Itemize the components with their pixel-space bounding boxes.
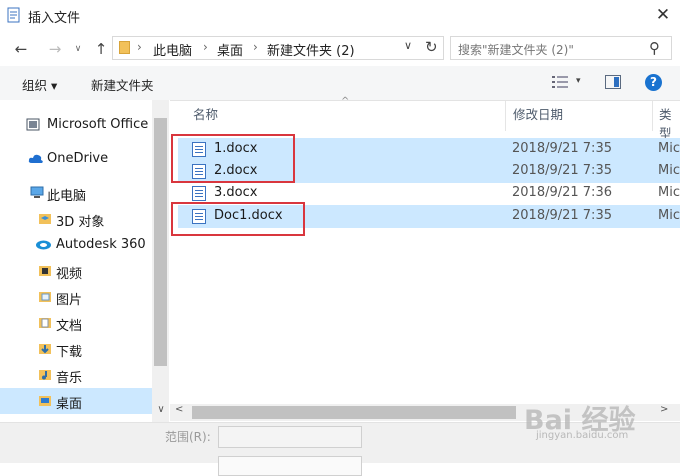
folder-3d-icon xyxy=(39,214,51,224)
preview-pane-icon[interactable] xyxy=(605,75,621,89)
watermark-url: jingyan.baidu.com xyxy=(536,430,629,441)
navigation-pane: Microsoft Office OneDrive 此电脑 3D 对象 Auto… xyxy=(0,100,170,422)
sidebar-item-label: Microsoft Office xyxy=(47,117,149,132)
file-type: Mic xyxy=(658,208,680,223)
scroll-right-icon[interactable]: > xyxy=(660,404,668,415)
window-title: 插入文件 xyxy=(28,11,81,26)
breadcrumb-separator: › xyxy=(203,40,208,54)
breadcrumb-this-pc[interactable]: 此电脑 xyxy=(153,40,192,59)
computer-icon xyxy=(30,186,44,198)
sidebar-item-label: 图片 xyxy=(56,293,83,308)
sidebar-item-3d-objects[interactable]: 3D 对象 xyxy=(0,206,152,232)
breadcrumb-desktop[interactable]: 桌面 xyxy=(217,40,243,59)
view-options-icon[interactable] xyxy=(552,75,568,89)
range-input[interactable] xyxy=(218,426,362,448)
highlight-box-1-2 xyxy=(171,134,295,183)
range-label: 范围(R): xyxy=(165,430,211,444)
search-placeholder: 搜索"新建文件夹 (2)" xyxy=(458,43,574,57)
forward-button[interactable]: → xyxy=(44,38,66,60)
file-modified: 2018/9/21 7:35 xyxy=(512,141,612,156)
sidebar-scrollbar-thumb[interactable] xyxy=(154,118,167,366)
music-folder-icon xyxy=(39,370,51,380)
sidebar-item-autodesk-360[interactable]: Autodesk 360 xyxy=(0,232,152,258)
organize-menu[interactable]: 组织 ▾ xyxy=(22,75,57,94)
close-icon: ✕ xyxy=(655,5,671,25)
address-dropdown-icon[interactable]: ∨ xyxy=(404,39,412,52)
desktop-folder-icon xyxy=(39,396,51,406)
search-icon[interactable]: ⚲ xyxy=(649,39,660,57)
horizontal-scrollbar-thumb[interactable] xyxy=(192,406,516,419)
refresh-icon[interactable]: ↻ xyxy=(425,38,438,56)
breadcrumb-separator: › xyxy=(253,40,258,54)
footer-dropdown[interactable] xyxy=(218,456,362,476)
column-divider[interactable] xyxy=(652,101,653,131)
file-type: Mic xyxy=(658,163,680,178)
sidebar-item-label: 此电脑 xyxy=(47,189,87,204)
file-name: 3.docx xyxy=(214,185,258,200)
cloud-icon xyxy=(28,154,43,163)
sidebar-item-onedrive[interactable]: OneDrive xyxy=(0,146,152,172)
file-modified: 2018/9/21 7:36 xyxy=(512,185,612,200)
file-type: Mic xyxy=(658,185,680,200)
close-button[interactable]: ✕ xyxy=(648,2,678,28)
sidebar-item-downloads[interactable]: 下载 xyxy=(0,336,152,362)
folder-icon xyxy=(119,41,130,54)
pictures-folder-icon xyxy=(39,292,51,302)
autodesk-icon xyxy=(36,240,51,250)
sidebar-item-label: OneDrive xyxy=(47,151,109,166)
word-document-icon xyxy=(192,186,206,201)
dialog-icon xyxy=(7,7,20,23)
sidebar-item-desktop[interactable]: 桌面 xyxy=(0,388,152,414)
sidebar-item-microsoft-office[interactable]: Microsoft Office xyxy=(0,112,152,138)
video-folder-icon xyxy=(39,266,51,276)
breadcrumb-new-folder[interactable]: 新建文件夹 (2) xyxy=(267,40,355,59)
sidebar-item-videos[interactable]: 视频 xyxy=(0,258,152,284)
file-modified: 2018/9/21 7:35 xyxy=(512,163,612,178)
help-icon[interactable]: ? xyxy=(645,74,662,91)
column-header-modified[interactable]: 修改日期 xyxy=(513,104,563,123)
sidebar-item-label: 视频 xyxy=(56,267,83,282)
breadcrumb-separator: › xyxy=(137,40,142,54)
sidebar-item-this-pc[interactable]: 此电脑 xyxy=(0,180,152,206)
column-header-type[interactable]: 类型 xyxy=(659,104,680,142)
column-divider[interactable] xyxy=(505,101,506,131)
downloads-folder-icon xyxy=(39,344,51,354)
file-modified: 2018/9/21 7:35 xyxy=(512,208,612,223)
search-input[interactable]: 搜索"新建文件夹 (2)" ⚲ xyxy=(450,36,672,60)
highlight-box-doc1 xyxy=(171,202,305,236)
address-bar[interactable]: › 此电脑 › 桌面 › 新建文件夹 (2) ∨ ↻ xyxy=(112,36,444,60)
sidebar-item-label: 3D 对象 xyxy=(56,215,105,230)
toolbar: 组织 ▾ 新建文件夹 ▾ ? xyxy=(0,66,680,101)
scroll-left-icon[interactable]: < xyxy=(175,404,183,415)
view-dropdown-icon[interactable]: ▾ xyxy=(576,76,581,86)
office-icon xyxy=(26,118,40,131)
title-bar: 插入文件 ✕ xyxy=(0,0,680,32)
sidebar-item-label: 下载 xyxy=(56,345,83,360)
back-button[interactable]: ← xyxy=(10,38,32,60)
column-header-name[interactable]: 名称 xyxy=(193,104,218,123)
sidebar-item-label: 音乐 xyxy=(56,371,83,386)
documents-folder-icon xyxy=(39,318,51,328)
sidebar-item-label: 文档 xyxy=(56,319,83,334)
sidebar-item-pictures[interactable]: 图片 xyxy=(0,284,152,310)
sidebar-item-label: 桌面 xyxy=(56,397,83,412)
sort-ascending-icon: ^ xyxy=(341,96,350,107)
recent-locations-button[interactable]: ∨ xyxy=(67,38,89,60)
new-folder-button[interactable]: 新建文件夹 xyxy=(91,75,154,94)
sidebar-item-documents[interactable]: 文档 xyxy=(0,310,152,336)
up-button[interactable]: ↑ xyxy=(90,38,112,60)
sidebar-item-label: Autodesk 360 xyxy=(56,237,146,252)
sidebar-item-music[interactable]: 音乐 xyxy=(0,362,152,388)
scroll-down-icon[interactable]: ∨ xyxy=(153,404,169,415)
file-type: Mic xyxy=(658,141,680,156)
